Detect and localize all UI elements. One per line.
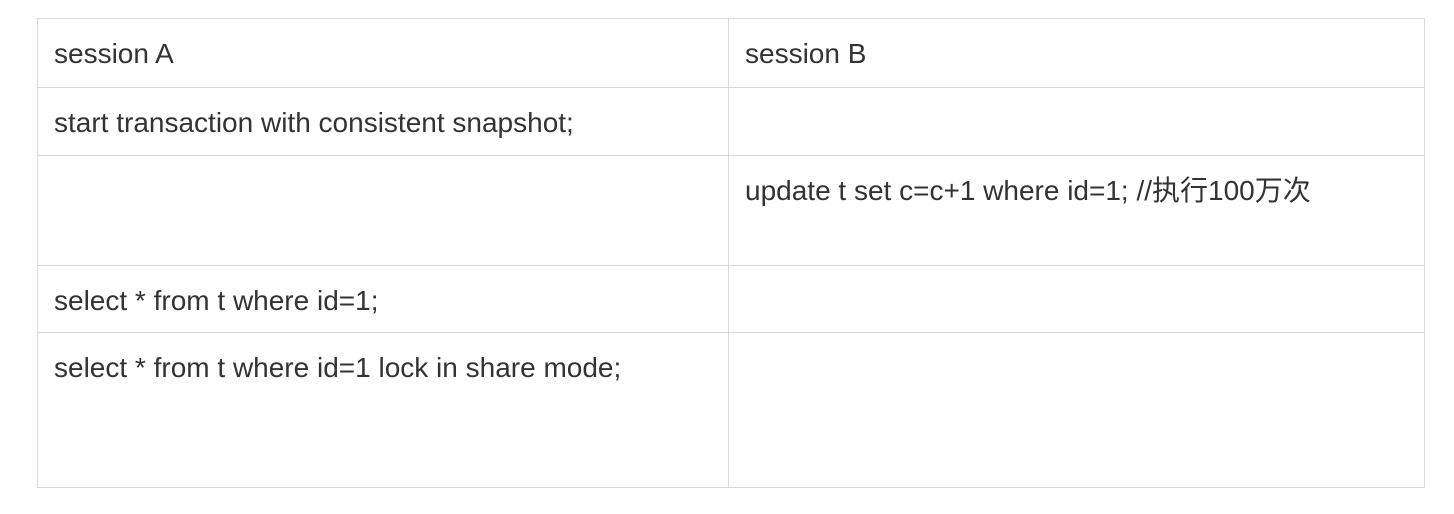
row-1-session-b	[729, 87, 1424, 155]
row-2-session-b: update t set c=c+1 where id=1; //执行100万次	[729, 155, 1424, 265]
row-3-session-b	[729, 265, 1424, 332]
row-1-session-a: start transaction with consistent snapsh…	[38, 87, 729, 155]
session-table: session A session B start transaction wi…	[37, 18, 1425, 488]
header-session-a: session A	[38, 19, 729, 87]
row-4-session-a: select * from t where id=1 lock in share…	[38, 332, 729, 487]
header-session-b: session B	[745, 38, 867, 69]
row-2-session-a	[38, 155, 729, 265]
row-3-session-a: select * from t where id=1;	[38, 265, 729, 332]
row-4-session-b	[729, 332, 1424, 487]
